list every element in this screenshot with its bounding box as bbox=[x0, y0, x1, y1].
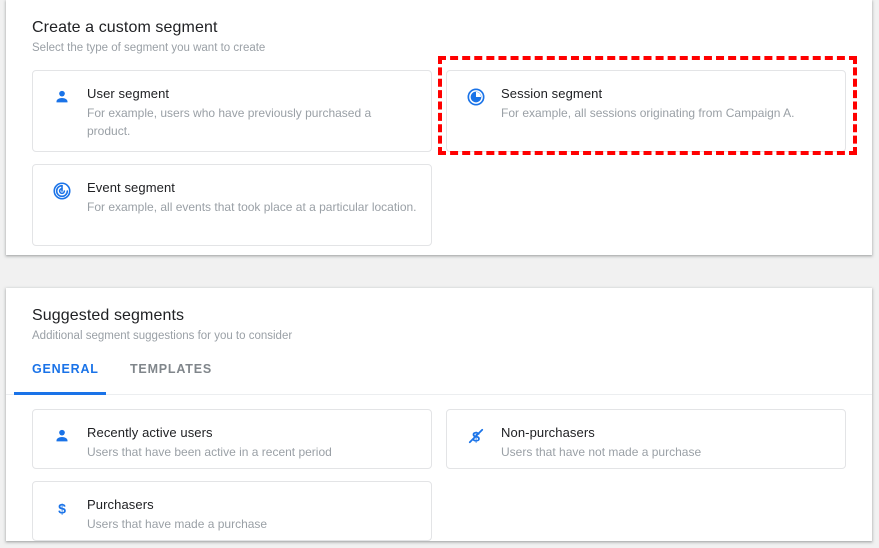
card-session-segment-text: Session segment For example, all session… bbox=[501, 85, 794, 122]
card-purchasers[interactable]: $ Purchasers Users that have made a purc… bbox=[32, 481, 432, 541]
active-tab-indicator bbox=[14, 392, 106, 395]
person-icon bbox=[51, 86, 73, 108]
suggested-segment-card-grid: Recently active users Users that have be… bbox=[6, 409, 872, 541]
card-purchasers-text: Purchasers Users that have made a purcha… bbox=[87, 496, 267, 533]
card-description: For example, all sessions originating fr… bbox=[501, 106, 795, 120]
segment-builder-page: Create a custom segment Select the type … bbox=[0, 0, 879, 548]
svg-text:$: $ bbox=[58, 501, 66, 517]
card-title: User segment bbox=[87, 86, 170, 101]
page-title: Create a custom segment bbox=[32, 19, 218, 36]
page-subtitle: Select the type of segment you want to c… bbox=[32, 42, 266, 54]
card-event-segment[interactable]: Event segment For example, all events th… bbox=[32, 164, 432, 246]
custom-segment-card-grid: User segment For example, users who have… bbox=[6, 70, 872, 246]
card-user-segment[interactable]: User segment For example, users who have… bbox=[32, 70, 432, 152]
card-recently-active-users[interactable]: Recently active users Users that have be… bbox=[32, 409, 432, 469]
card-title: Session segment bbox=[501, 86, 603, 101]
card-non-purchasers-text: Non-purchasers Users that have not made … bbox=[501, 424, 701, 461]
person-icon bbox=[51, 425, 73, 447]
card-description: Users that have been active in a recent … bbox=[87, 445, 332, 459]
suggested-segments-tabs: GENERAL TEMPLATES bbox=[6, 358, 872, 395]
card-title: Purchasers bbox=[87, 497, 154, 512]
suggested-subtitle: Additional segment suggestions for you t… bbox=[32, 330, 293, 342]
card-event-segment-text: Event segment For example, all events th… bbox=[87, 179, 417, 216]
create-custom-segment-panel: Create a custom segment Select the type … bbox=[6, 0, 872, 255]
card-recently-active-users-text: Recently active users Users that have be… bbox=[87, 424, 332, 461]
dollar-slash-icon: $ bbox=[465, 425, 487, 447]
card-description: For example, users who have previously p… bbox=[87, 106, 372, 138]
event-swirl-icon bbox=[51, 180, 73, 202]
card-title: Event segment bbox=[87, 180, 176, 195]
session-clock-icon bbox=[465, 86, 487, 108]
suggested-segments-header: Suggested segments Additional segment su… bbox=[6, 288, 872, 344]
card-session-segment[interactable]: Session segment For example, all session… bbox=[446, 70, 846, 152]
card-description: For example, all events that took place … bbox=[87, 200, 417, 214]
tab-templates[interactable]: TEMPLATES bbox=[130, 362, 212, 376]
card-title: Recently active users bbox=[87, 425, 213, 440]
suggested-segments-panel: Suggested segments Additional segment su… bbox=[6, 288, 872, 541]
card-description: Users that have made a purchase bbox=[87, 517, 268, 531]
svg-text:$: $ bbox=[472, 429, 480, 445]
custom-segment-header: Create a custom segment Select the type … bbox=[6, 0, 872, 56]
dollar-icon: $ bbox=[51, 497, 73, 519]
suggested-title: Suggested segments bbox=[32, 307, 185, 324]
card-title: Non-purchasers bbox=[501, 425, 595, 440]
card-non-purchasers[interactable]: $ Non-purchasers Users that have not mad… bbox=[446, 409, 846, 469]
card-description: Users that have not made a purchase bbox=[501, 445, 702, 459]
tab-general[interactable]: GENERAL bbox=[32, 362, 99, 376]
card-user-segment-text: User segment For example, users who have… bbox=[87, 85, 417, 140]
